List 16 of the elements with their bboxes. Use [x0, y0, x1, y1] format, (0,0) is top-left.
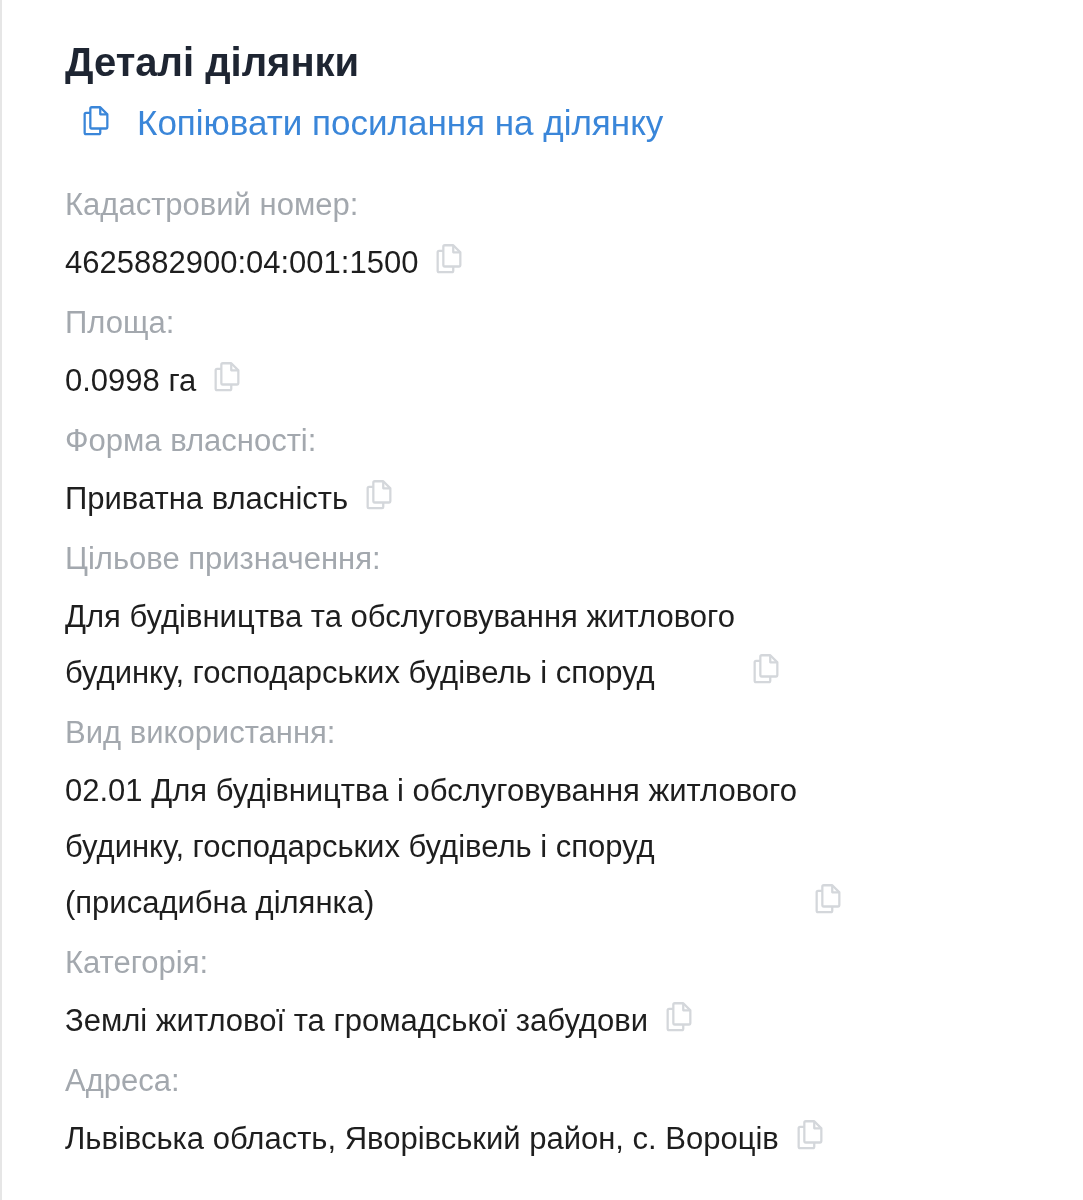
field-label: Площа: — [65, 304, 176, 342]
field-value: Для будівництва та обслуговування житлового будинку, господарських будівель і споруд — [65, 598, 735, 692]
field-label: Цільове призначення: — [65, 540, 382, 578]
field-label: Категорія: — [65, 944, 210, 982]
field-label: Вид використання: — [65, 714, 337, 752]
field-label: Кадастровий номер: — [65, 186, 360, 224]
section-title: Деталі ділянки — [65, 40, 361, 85]
field-value: 4625882900:04:001:1500 — [65, 244, 419, 282]
field-value: Приватна власність — [65, 480, 349, 518]
field-value: Землі житлової та громадської забудови — [65, 1002, 648, 1040]
copy-link[interactable]: Копіювати посилання на ділянку — [65, 103, 664, 153]
field-label: Форма власності: — [65, 422, 318, 460]
field-value: Львівська область, Яворівський район, с. Вороців — [65, 1120, 779, 1158]
field-value: 02.01 Для будівництва і обслуговування житлового будинку, господарських будівель і споруд (присадибна ділянка) — [65, 772, 797, 922]
field-value: 0.0998 га — [65, 362, 197, 400]
field-label: Адреса: — [65, 1062, 181, 1100]
